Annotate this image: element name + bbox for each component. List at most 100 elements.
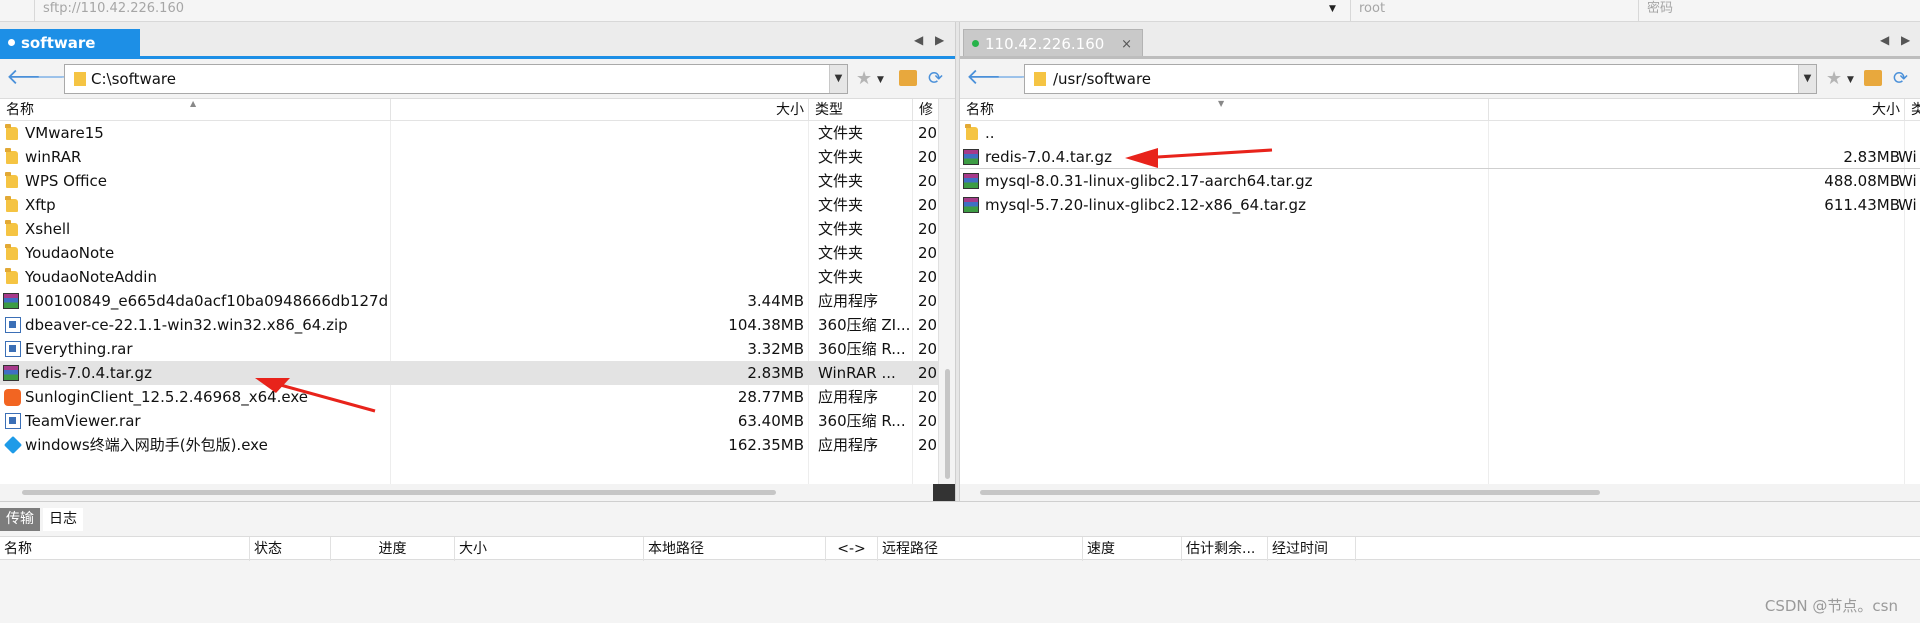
col-speed[interactable]: 速度 (1083, 537, 1182, 561)
col-size[interactable]: 大小 (455, 537, 644, 561)
favorite-star-icon[interactable]: ★ (1826, 68, 1842, 89)
path-dropdown-icon[interactable]: ▼ (829, 65, 847, 93)
remote-path-input[interactable]: /usr/software (1053, 65, 1151, 93)
table-row[interactable]: redis-7.0.4.tar.gz 2.83MB Wi (960, 145, 1920, 169)
archive-icon (5, 317, 21, 333)
remote-hscroll-thumb[interactable] (980, 490, 1600, 495)
folder-icon (5, 172, 18, 188)
col-size[interactable]: 大小 (390, 99, 808, 121)
file-type: 文件夹 (818, 172, 864, 190)
table-row[interactable]: .. (960, 121, 1920, 145)
folder-icon (1034, 72, 1046, 86)
file-modified: 20 (918, 412, 938, 430)
file-size (390, 193, 804, 217)
archive-icon (5, 413, 21, 429)
file-size: 2.83MB (747, 364, 804, 382)
file-type: 文件夹 (818, 148, 864, 166)
col-elapsed[interactable]: 经过时间 (1268, 537, 1356, 561)
tab-local-software[interactable]: software (0, 29, 140, 58)
table-row[interactable]: Xshell 文件夹 20 (0, 217, 955, 241)
table-row[interactable]: SunloginClient_12.5.2.46968_x64.exe 28.77… (0, 385, 955, 409)
col-progress[interactable]: 进度 (331, 537, 455, 561)
favorite-dropdown-icon[interactable]: ▼ (1847, 75, 1854, 85)
local-pane: software ◀ ▶ 🡐 🡒 C:\software ▼ ★ ▼ ⟳ 名称 … (0, 22, 955, 501)
tab-log[interactable]: 日志 (43, 508, 83, 531)
col-transfer-name[interactable]: 名称 (0, 537, 250, 561)
col-type[interactable]: 类型 (1904, 99, 1920, 121)
table-row[interactable]: Everything.rar 3.32MB 360压缩 R... 20 (0, 337, 955, 361)
home-folder-icon[interactable] (1864, 70, 1882, 86)
table-row[interactable]: mysql-5.7.20-linux-glibc2.12-x86_64.tar.… (960, 193, 1920, 217)
table-row[interactable]: 100100849_e665d4da0acf10ba0948666db127d.… (0, 289, 955, 313)
close-tab-icon[interactable]: × (1121, 30, 1132, 59)
scroll-corner (933, 484, 955, 501)
table-row[interactable]: winRAR 文件夹 20 (0, 145, 955, 169)
transfer-column-header: 名称 状态 进度 大小 本地路径 <-> 远程路径 速度 估计剩余... 经过时… (0, 536, 1920, 561)
folder-icon (5, 268, 18, 284)
tab-scroll-left-icon[interactable]: ◀ (1880, 33, 1889, 47)
local-path-input[interactable]: C:\software (91, 65, 176, 93)
file-modified: 20 (918, 388, 938, 406)
winrar-archive-icon (3, 365, 19, 381)
table-row[interactable]: windows终端入网助手(外包版).exe 162.35MB 应用程序 20 (0, 433, 955, 457)
table-row[interactable]: Xftp 文件夹 20 (0, 193, 955, 217)
file-size: 104.38MB (728, 316, 804, 334)
file-size (1488, 121, 1900, 145)
file-size: 3.32MB (747, 340, 804, 358)
table-row[interactable]: VMware15 文件夹 20 (0, 121, 955, 145)
table-row[interactable]: mysql-8.0.31-linux-glibc2.17-aarch64.tar… (960, 169, 1920, 193)
local-vscroll-thumb[interactable] (945, 369, 950, 479)
file-type: Wi (1898, 172, 1917, 190)
password-field[interactable]: 密码 (1638, 0, 1920, 22)
home-folder-icon[interactable] (899, 70, 917, 86)
tab-scroll-right-icon[interactable]: ▶ (1901, 33, 1910, 47)
watermark: CSDN @节点。csn (1764, 597, 1898, 615)
col-direction[interactable]: <-> (826, 537, 878, 561)
local-path-box[interactable]: C:\software ▼ (64, 64, 848, 94)
remote-horizontal-scrollbar[interactable] (960, 484, 1920, 501)
table-row[interactable]: redis-7.0.4.tar.gz 2.83MB WinRAR ... 20 (0, 361, 955, 385)
file-type: 应用程序 (818, 388, 879, 406)
col-local-path[interactable]: 本地路径 (644, 537, 826, 561)
col-remote-path[interactable]: 远程路径 (878, 537, 1083, 561)
favorite-dropdown-icon[interactable]: ▼ (877, 75, 884, 85)
table-row[interactable]: YoudaoNote 文件夹 20 (0, 241, 955, 265)
tab-remote-host[interactable]: 110.42.226.160 × (963, 29, 1143, 58)
col-type[interactable]: 类型 (808, 99, 912, 121)
transfer-panel: 传输 日志 名称 状态 进度 大小 本地路径 <-> 远程路径 速度 估计剩余.… (0, 501, 1920, 623)
username-field[interactable]: root (1350, 0, 1638, 22)
local-hscroll-thumb[interactable] (22, 490, 776, 495)
refresh-icon[interactable]: ⟳ (1893, 68, 1908, 89)
table-row[interactable]: YoudaoNoteAddin 文件夹 20 (0, 265, 955, 289)
col-status[interactable]: 状态 (250, 537, 331, 561)
tab-scroll-right-icon[interactable]: ▶ (935, 33, 944, 47)
remote-path-box[interactable]: /usr/software ▼ (1024, 64, 1817, 94)
tab-transfers[interactable]: 传输 (0, 508, 40, 531)
file-name: Xftp (25, 196, 56, 214)
col-modified[interactable]: 修 (912, 99, 938, 121)
col-size[interactable]: 大小 (1488, 99, 1904, 121)
local-column-header: 名称 ▲ 大小 类型 修 (0, 99, 955, 121)
file-modified: 20 (918, 292, 938, 310)
table-row[interactable]: WPS Office 文件夹 20 (0, 169, 955, 193)
file-type: 360压缩 R... (818, 340, 906, 358)
file-type: 文件夹 (818, 268, 864, 286)
host-dropdown-icon[interactable]: ▼ (1329, 4, 1336, 14)
host-field[interactable]: sftp://110.42.226.160 (34, 0, 1350, 22)
table-row[interactable]: TeamViewer.rar 63.40MB 360压缩 R... 20 (0, 409, 955, 433)
local-vertical-scrollbar[interactable] (938, 99, 955, 484)
favorite-star-icon[interactable]: ★ (856, 68, 872, 89)
file-modified: 20 (918, 268, 938, 286)
local-horizontal-scrollbar[interactable] (0, 484, 938, 501)
refresh-icon[interactable]: ⟳ (928, 68, 943, 89)
file-name: mysql-5.7.20-linux-glibc2.12-x86_64.tar.… (985, 196, 1306, 214)
path-dropdown-icon[interactable]: ▼ (1798, 65, 1816, 93)
file-modified: 20 (918, 196, 938, 214)
file-name: redis-7.0.4.tar.gz (985, 148, 1112, 166)
tab-scroll-left-icon[interactable]: ◀ (914, 33, 923, 47)
file-modified: 20 (918, 436, 938, 454)
file-type: 应用程序 (818, 436, 879, 454)
col-eta[interactable]: 估计剩余... (1182, 537, 1268, 561)
table-row[interactable]: dbeaver-ce-22.1.1-win32.win32.x86_64.zip… (0, 313, 955, 337)
file-modified: 20 (918, 124, 938, 142)
